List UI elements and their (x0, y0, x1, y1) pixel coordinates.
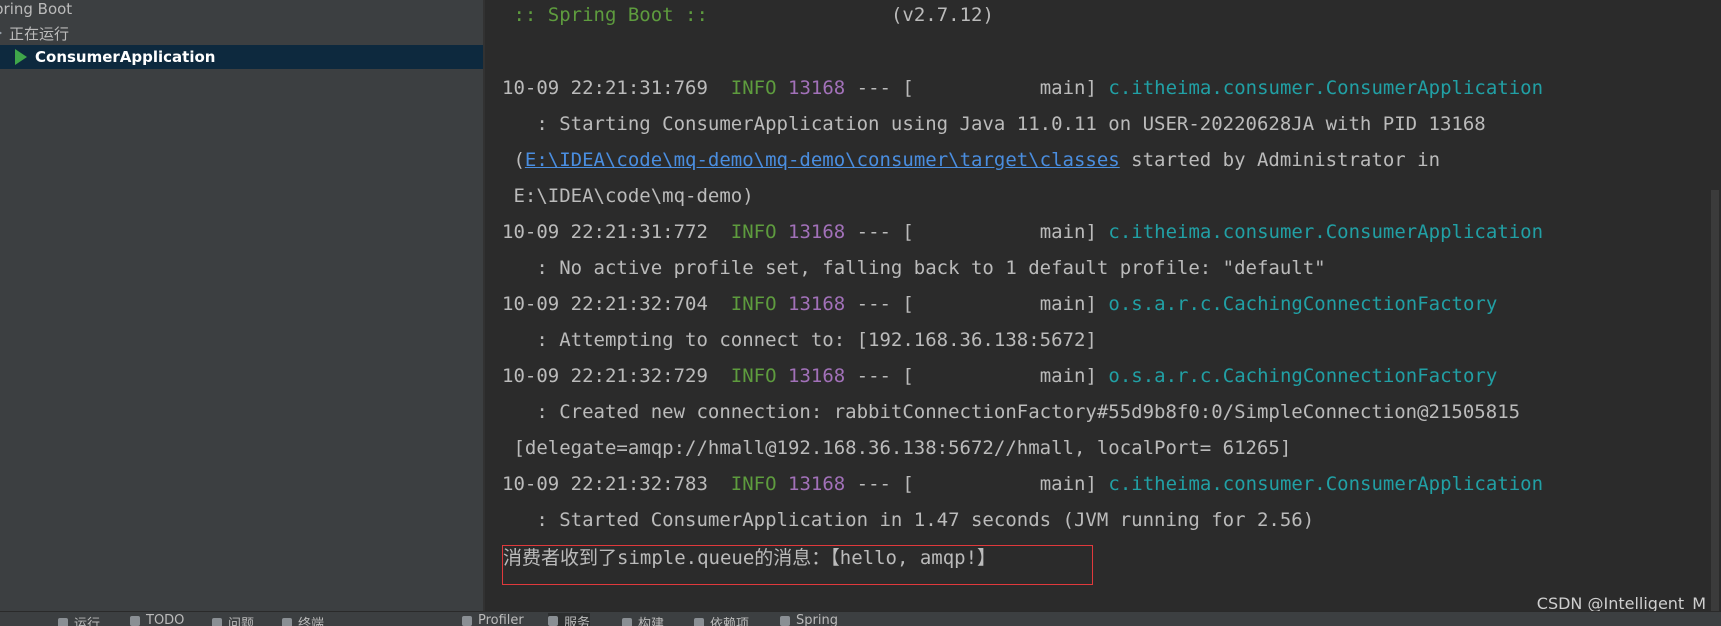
problems-icon (212, 617, 222, 626)
dependencies-icon (694, 617, 704, 626)
spring-icon (780, 615, 790, 626)
log-level: INFO (730, 77, 777, 99)
log-logger-link[interactable]: o.s.a.r.c.CachingConnectionFactory (1108, 293, 1497, 315)
tab-label: Spring (796, 613, 838, 626)
tab-build[interactable]: 构建 (622, 613, 664, 626)
log-level: INFO (730, 473, 777, 495)
run-icon (58, 617, 68, 626)
log-message-prefix: ( (502, 149, 525, 171)
log-pid: 13168 (788, 221, 846, 243)
log-message: E:\IDEA\code\mq-demo) (502, 185, 754, 207)
log-level: INFO (730, 365, 777, 387)
log-separator: --- [ (856, 293, 914, 315)
log-line: 10-09 22:21:32:783 INFO 13168 --- [ main… (502, 469, 1543, 499)
tab-todo[interactable]: TODO (130, 613, 184, 626)
ide-window: pring Boot 正在运行 ConsumerApplication :: S… (0, 0, 1721, 626)
banner-prefix: :: Spring Boot :: (502, 4, 720, 26)
tree-node-running[interactable]: 正在运行 (0, 21, 69, 45)
spring-banner: :: Spring Boot :: (v2.7.12) (502, 0, 994, 30)
log-separator: --- [ (856, 77, 914, 99)
tab-label: 运行 (74, 617, 101, 626)
log-thread: main] (1039, 293, 1097, 315)
log-timestamp: 10-09 22:21:31:769 (502, 77, 708, 99)
tab-label: 服务 (564, 615, 591, 626)
services-icon (548, 616, 558, 626)
tab-profiler[interactable]: Profiler (462, 613, 524, 626)
log-message-suffix: started by Administrator in (1119, 149, 1441, 171)
build-icon (622, 617, 632, 626)
log-thread: main] (1039, 221, 1097, 243)
log-level: INFO (730, 221, 777, 243)
log-timestamp: 10-09 22:21:32:783 (502, 473, 708, 495)
tab-run[interactable]: 运行 (58, 613, 100, 626)
log-message: : No active profile set, falling back to… (502, 257, 1326, 279)
tree-node-consumer-application[interactable]: ConsumerApplication (0, 45, 483, 69)
log-logger-link[interactable]: c.itheima.consumer.ConsumerApplication (1108, 221, 1543, 243)
tree-node-label: 正在运行 (9, 24, 70, 43)
tab-label: 问题 (228, 617, 255, 626)
log-separator: --- [ (856, 221, 914, 243)
log-pid: 13168 (788, 365, 846, 387)
log-thread: main] (1039, 365, 1097, 387)
log-pid: 13168 (788, 473, 846, 495)
log-thread: main] (1039, 473, 1097, 495)
tab-dependencies[interactable]: 依赖项 (694, 613, 749, 626)
log-message: : Attempting to connect to: [192.168.36.… (502, 329, 1097, 351)
log-line: 10-09 22:21:32:704 INFO 13168 --- [ main… (502, 289, 1497, 319)
tab-label: 构建 (638, 617, 665, 626)
expand-arrow-icon[interactable] (0, 29, 2, 37)
tree-node-label: pring Boot (0, 0, 73, 18)
log-line: 10-09 22:21:31:772 INFO 13168 --- [ main… (502, 217, 1543, 247)
todo-icon (130, 615, 140, 626)
log-logger-link[interactable]: c.itheima.consumer.ConsumerApplication (1108, 77, 1543, 99)
log-message: (E:\IDEA\code\mq-demo\mq-demo\consumer\t… (502, 145, 1440, 175)
terminal-icon (282, 617, 292, 626)
log-separator: --- [ (856, 365, 914, 387)
log-message: : Started ConsumerApplication in 1.47 se… (502, 509, 1315, 531)
tab-label: 依赖项 (710, 617, 750, 626)
log-logger-link[interactable]: c.itheima.consumer.ConsumerApplication (1108, 473, 1543, 495)
tab-problems[interactable]: 问题 (212, 613, 254, 626)
log-separator: --- [ (856, 473, 914, 495)
tab-label: TODO (146, 613, 185, 626)
classpath-link[interactable]: E:\IDEA\code\mq-demo\mq-demo\consumer\ta… (525, 149, 1120, 171)
log-line: 10-09 22:21:32:729 INFO 13168 --- [ main… (502, 361, 1497, 391)
banner-version: (v2.7.12) (890, 4, 994, 26)
log-level: INFO (730, 293, 777, 315)
tab-label: Profiler (478, 613, 524, 626)
log-timestamp: 10-09 22:21:32:704 (502, 293, 708, 315)
tree-node-label: ConsumerApplication (35, 48, 216, 66)
console-output[interactable]: :: Spring Boot :: (v2.7.12) 10-09 22:21:… (485, 0, 1721, 611)
run-play-icon (15, 49, 27, 65)
tree-node-spring-boot[interactable]: pring Boot (0, 0, 72, 21)
log-logger-link[interactable]: o.s.a.r.c.CachingConnectionFactory (1108, 365, 1497, 387)
highlight-annotation-box (502, 545, 1093, 585)
log-pid: 13168 (788, 77, 846, 99)
log-message: : Created new connection: rabbitConnecti… (502, 401, 1521, 423)
log-timestamp: 10-09 22:21:31:772 (502, 221, 708, 243)
log-message: [delegate=amqp://hmall@192.168.36.138:56… (502, 437, 1292, 459)
services-panel: pring Boot 正在运行 ConsumerApplication (0, 0, 483, 611)
log-message: : Starting ConsumerApplication using Jav… (502, 113, 1486, 135)
log-thread: main] (1039, 77, 1097, 99)
log-timestamp: 10-09 22:21:32:729 (502, 365, 708, 387)
bottom-toolbar: 运行 TODO 问题 终端 Profiler 服务 构建 依赖项 Spring (0, 611, 1721, 626)
log-pid: 13168 (788, 293, 846, 315)
tab-services[interactable]: 服务 (548, 613, 591, 626)
tab-terminal[interactable]: 终端 (282, 613, 324, 626)
tab-spring[interactable]: Spring (780, 613, 838, 626)
console-scrollbar[interactable] (1711, 190, 1719, 611)
tab-label: 终端 (298, 617, 325, 626)
profiler-icon (462, 615, 472, 626)
log-line: 10-09 22:21:31:769 INFO 13168 --- [ main… (502, 73, 1543, 103)
